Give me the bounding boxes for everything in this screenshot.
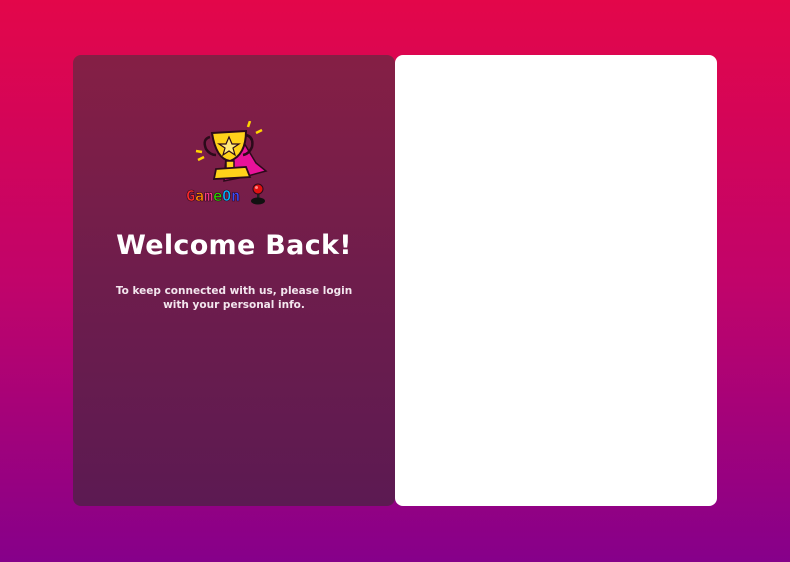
- welcome-panel: GameOn Welcome Back! To keep connected w…: [73, 55, 395, 506]
- wordmark-letter: n: [231, 187, 241, 206]
- trophy-icon: [195, 121, 268, 182]
- wordmark-letter: m: [204, 187, 214, 206]
- joystick-icon: [251, 183, 266, 205]
- wordmark-letter: e: [213, 187, 223, 206]
- wordmark-letter: a: [195, 187, 205, 206]
- welcome-title: Welcome Back!: [116, 230, 352, 261]
- welcome-subtitle: To keep connected with us, please login …: [115, 285, 353, 311]
- wordmark-letter: O: [222, 187, 232, 206]
- wordmark-letter: G: [186, 187, 196, 206]
- gameon-wordmark: GameOn: [186, 183, 296, 205]
- gameon-logo: GameOn: [186, 121, 292, 205]
- login-form-panel: [395, 55, 717, 506]
